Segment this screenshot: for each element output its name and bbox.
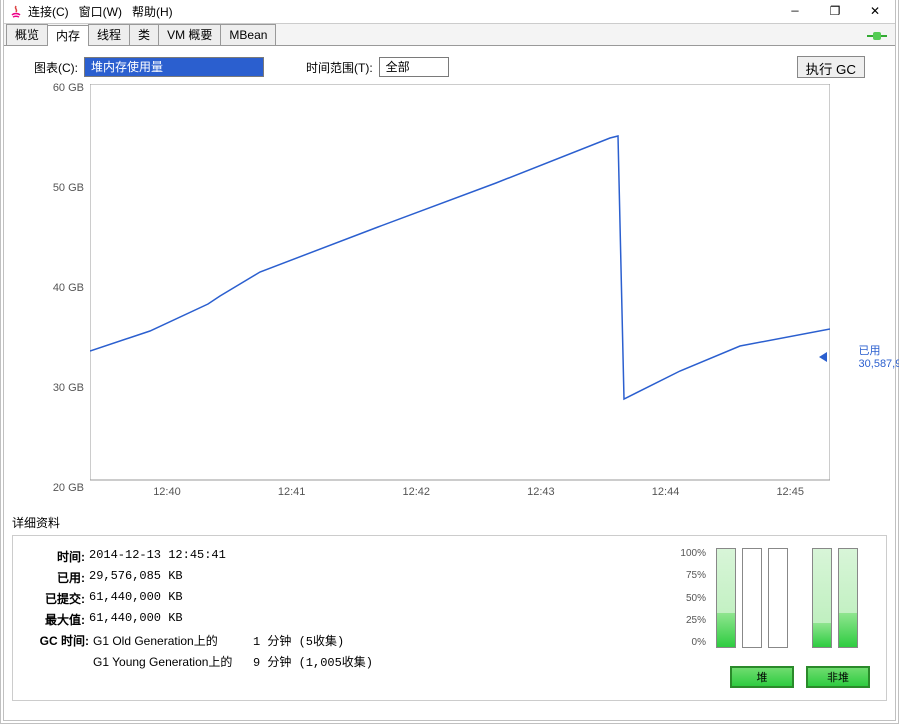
x-tick: 12:44 [652,486,680,498]
gc-row-value: 1 分钟 (5收集) [253,632,344,649]
y-tick: 50 GB [53,182,84,194]
memory-chart: 60 GB 50 GB 40 GB 30 GB 20 GB 12:40 12:4… [34,84,865,500]
tab-classes[interactable]: 类 [129,24,159,45]
menu-help[interactable]: 帮助(H) [132,3,173,20]
x-tick: 12:45 [776,486,804,498]
perform-gc-button[interactable]: 执行 GC [797,56,865,78]
chart-type-value: 堆内存使用量 [85,58,263,76]
x-tick: 12:41 [278,486,306,498]
y-tick: 40 GB [53,282,84,294]
maximize-button[interactable]: ❐ [827,4,843,20]
time-value: 2014-12-13 12:45:41 [89,548,226,565]
current-value-annotation: 已用 30,587,901,184 [859,342,899,370]
used-value: 29,576,085 KB [89,569,183,586]
bars-ytick: 100% [680,548,706,559]
committed-label: 已提交: [29,590,85,607]
chart-controls: 图表(C): 堆内存使用量 时间范围(T): 全部 执行 GC [4,46,895,84]
annotation-label: 已用 [859,345,881,357]
nonheap-bar-2[interactable] [838,548,858,648]
bars-ytick: 25% [686,615,706,626]
x-tick: 12:43 [527,486,555,498]
java-icon [8,4,24,20]
connection-status-icon [867,30,887,40]
bars-ytick: 0% [692,637,706,648]
close-button[interactable]: ✕ [867,4,883,20]
used-label: 已用: [29,569,85,586]
heap-toggle-button[interactable]: 堆 [730,666,794,688]
heap-bar-2[interactable] [742,548,762,648]
time-range-label: 时间范围(T): [306,59,373,76]
time-range-value: 全部 [380,58,416,76]
time-range-select[interactable]: 全部 [379,57,449,77]
memory-pool-bars: 100% 75% 50% 25% 0% 堆 非堆 [670,548,870,688]
heap-bar-3[interactable] [768,548,788,648]
max-value: 61,440,000 KB [89,611,183,628]
gc-row-value: 9 分钟 (1,005收集) [253,653,373,670]
bars-y-axis: 100% 75% 50% 25% 0% [670,548,710,648]
nonheap-bar-1[interactable] [812,548,832,648]
max-label: 最大值: [29,611,85,628]
bars-ytick: 50% [686,593,706,604]
y-tick: 20 GB [53,482,84,494]
gc-row-name: G1 Old Generation上的 [93,632,253,649]
chart-svg [90,84,830,484]
chart-type-select[interactable]: 堆内存使用量 [84,57,264,77]
menu-connect[interactable]: 连接(C) [28,3,69,20]
gc-time-label: GC 时间: [29,632,89,649]
committed-value: 61,440,000 KB [89,590,183,607]
bars-ytick: 75% [686,570,706,581]
chart-type-label: 图表(C): [34,59,78,76]
tab-memory[interactable]: 内存 [47,25,89,46]
tab-threads[interactable]: 线程 [88,24,130,45]
y-tick: 30 GB [53,382,84,394]
annotation-value: 30,587,901,184 [859,358,899,370]
time-label: 时间: [29,548,85,565]
tab-vm[interactable]: VM 概要 [158,24,221,45]
nonheap-toggle-button[interactable]: 非堆 [806,666,870,688]
details-panel: 时间:2014-12-13 12:45:41 已用:29,576,085 KB … [12,535,887,701]
x-tick: 12:42 [402,486,430,498]
x-tick: 12:40 [153,486,181,498]
window-controls: — ❐ ✕ [787,4,891,20]
details-values: 时间:2014-12-13 12:45:41 已用:29,576,085 KB … [29,548,670,688]
y-tick: 60 GB [53,82,84,94]
tabbar: 概览 内存 线程 类 VM 概要 MBean [4,24,895,46]
current-value-arrow-icon [819,352,827,362]
menu-window[interactable]: 窗口(W) [79,3,122,20]
gc-row-name: G1 Young Generation上的 [93,653,253,670]
details-title: 详细资料 [12,514,887,531]
heap-bar-1[interactable] [716,548,736,648]
tab-overview[interactable]: 概览 [6,24,48,45]
menubar: 连接(C) 窗口(W) 帮助(H) — ❐ ✕ [4,0,895,24]
tab-mbean[interactable]: MBean [220,24,276,45]
minimize-button[interactable]: — [787,4,803,20]
